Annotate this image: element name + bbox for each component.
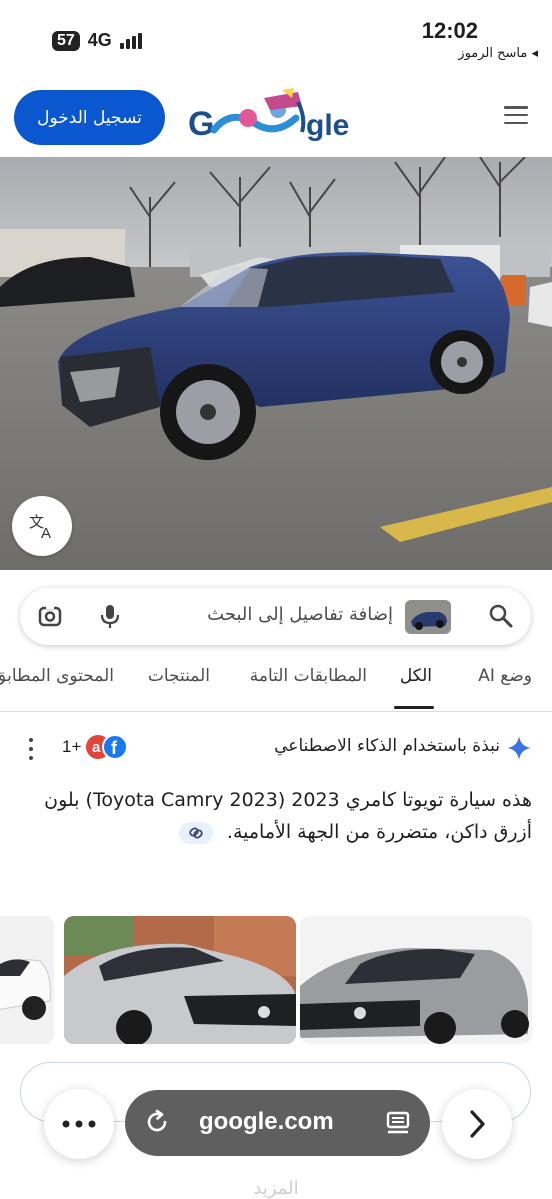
source-count: 1+ — [62, 737, 82, 756]
citation-link-chip[interactable] — [178, 821, 213, 844]
ai-overview-title: نبذة باستخدام الذكاء الاصطناعي — [274, 736, 500, 756]
svg-text:A: A — [41, 525, 51, 541]
clock: 12:02 — [421, 18, 478, 43]
uploaded-car-photo: 文 A — [0, 157, 552, 570]
signin-button[interactable]: تسجيل الدخول — [14, 90, 165, 145]
tab-ai-mode[interactable]: وضع AI — [478, 666, 532, 686]
tab-matching-content[interactable]: المحتوى المطابق — [0, 666, 114, 686]
translate-icon: 文 A — [29, 513, 51, 541]
network-label: 4G — [87, 30, 112, 50]
search-refine-bar[interactable]: إضافة تفاصيل إلى البحث — [20, 588, 531, 645]
tab-products[interactable]: المنتجات — [148, 666, 210, 686]
sources-button[interactable]: 1+ a f — [62, 734, 129, 760]
search-image-thumbnail[interactable] — [405, 600, 451, 634]
more-horizontal-icon — [62, 1120, 96, 1128]
svg-text:gle: gle — [306, 109, 349, 142]
signal-icon — [119, 32, 142, 49]
mic-icon[interactable] — [96, 602, 124, 630]
sparkle-icon — [507, 736, 531, 760]
search-input[interactable]: إضافة تفاصيل إلى البحث — [207, 604, 393, 625]
google-doodle-logo[interactable]: G gle — [186, 88, 366, 148]
hamburger-icon[interactable] — [504, 106, 528, 124]
search-icon[interactable] — [487, 602, 515, 630]
ai-overview-text: هذه سيارة تويوتا كامري 2023 (Toyota Camr… — [32, 784, 532, 849]
google-header: تسجيل الدخول G gle — [0, 78, 552, 158]
link-icon — [189, 827, 203, 839]
back-to-app-link[interactable]: ◂ ماسح الرموز — [458, 46, 538, 61]
active-tab-indicator — [394, 706, 434, 709]
tab-exact-matches[interactable]: المطابقات التامة — [250, 666, 367, 686]
svg-text:f: f — [111, 738, 118, 758]
url-text: google.com — [199, 1108, 334, 1135]
image-result-card[interactable] — [300, 916, 532, 1044]
svg-text:a: a — [92, 739, 101, 756]
sim-badge: 57 — [52, 30, 80, 51]
result-tabs: وضع AI الكل المطابقات التامة المنتجات ال… — [0, 656, 552, 712]
browser-menu-button[interactable] — [44, 1089, 114, 1159]
lens-icon[interactable] — [36, 602, 64, 630]
ai-overview-header: نبذة باستخدام الذكاء الاصطناعي 1+ a f — [0, 730, 552, 770]
address-bar[interactable]: google.com — [125, 1090, 430, 1156]
tab-all[interactable]: الكل — [400, 666, 432, 686]
image-results-row — [0, 916, 552, 1046]
ai-overview-body: هذه سيارة تويوتا كامري 2023 (Toyota Camr… — [44, 789, 532, 844]
image-result-card[interactable] — [64, 916, 296, 1044]
source-favicons-icon: a f — [86, 734, 129, 760]
forward-button[interactable] — [442, 1089, 512, 1159]
translate-button[interactable]: 文 A — [12, 496, 72, 556]
reload-icon[interactable] — [143, 1108, 171, 1136]
more-options-icon[interactable] — [26, 738, 36, 760]
reader-view-icon[interactable] — [384, 1110, 412, 1138]
faded-more-text: المزيد — [253, 1178, 299, 1199]
svg-text:G: G — [188, 105, 214, 143]
chevron-right-icon — [470, 1110, 485, 1138]
status-bar: 57 4G 12:02 ◂ ماسح الرموز — [0, 0, 552, 78]
image-result-card[interactable] — [0, 916, 54, 1044]
